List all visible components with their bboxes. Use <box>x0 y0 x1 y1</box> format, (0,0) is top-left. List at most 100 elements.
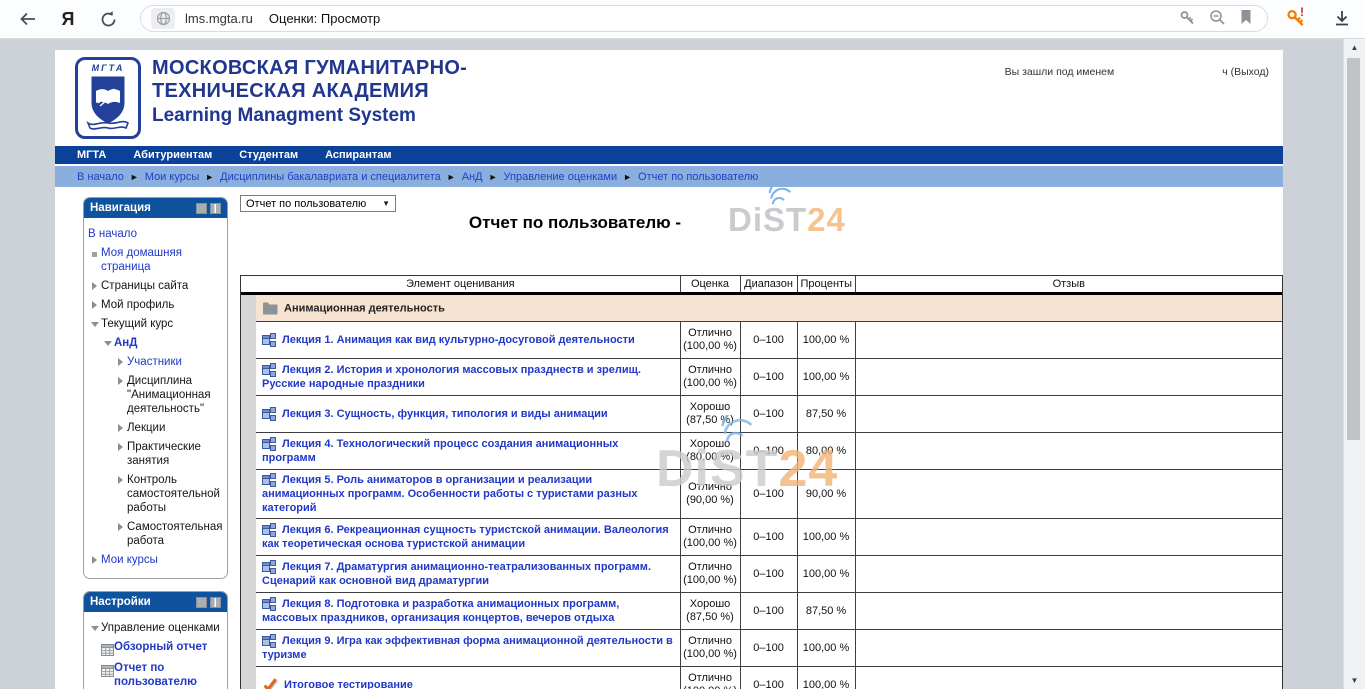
site-header: МГТА МОСКОВСКАЯ ГУМАНИТАРНО- ТЕХНИЧЕСКАЯ… <box>55 50 1283 146</box>
tree-item-label[interactable]: Моя домашняя страница <box>101 246 223 274</box>
password-alert-icon[interactable]: ! <box>1286 8 1306 33</box>
tree-item-label[interactable]: Управление оценками <box>101 621 223 635</box>
tree-item-label[interactable]: Обзорный отчет <box>114 640 223 654</box>
activity-link[interactable]: Лекция 3. Сущность, функция, типология и… <box>282 408 608 420</box>
grade-report-icon <box>101 640 114 656</box>
tree-item-label[interactable]: АнД <box>114 336 223 350</box>
settings-tree: Управление оценками Обзорный отчет Отчет п… <box>84 612 227 689</box>
tree-item-label[interactable]: Мой профиль <box>101 298 223 312</box>
indent-strip <box>241 630 256 667</box>
range-cell: 0–100 <box>740 593 797 630</box>
activity-link[interactable]: Лекция 6. Рекреационная сущность туристс… <box>262 524 669 550</box>
nav-item-студентам[interactable]: Студентам <box>239 149 298 161</box>
tree-item: Страницы сайта <box>87 276 224 295</box>
dock-block-icon[interactable] <box>210 597 221 608</box>
percent-cell: 100,00 % <box>797 519 855 556</box>
activity-link[interactable]: Лекция 2. История и хронология массовых … <box>262 364 641 390</box>
table-row: Лекция 4. Технологический процесс создан… <box>241 433 1282 470</box>
nav-item-мгта[interactable]: МГТА <box>77 149 106 161</box>
table-row: Лекция 7. Драматургия анимационно-театра… <box>241 556 1282 593</box>
collapse-icon[interactable] <box>88 621 101 631</box>
url-bar[interactable]: lms.mgta.ru Оценки: Просмотр <box>140 5 1268 32</box>
nav-item-абитуриентам[interactable]: Абитуриентам <box>133 149 212 161</box>
item-title-cell: Лекция 6. Рекреационная сущность туристс… <box>256 519 680 556</box>
activity-link[interactable]: Лекция 7. Драматургия анимационно-театра… <box>262 561 651 587</box>
column-header: Отзыв <box>855 276 1282 294</box>
activity-link[interactable]: Лекция 1. Анимация как вид культурно-дос… <box>282 334 635 346</box>
page-title-text: Оценки: Просмотр <box>269 11 380 26</box>
expand-icon[interactable] <box>114 440 127 451</box>
breadcrumb-link[interactable]: Дисциплины бакалавриата и специалитета <box>220 171 441 183</box>
expand-icon[interactable] <box>114 374 127 385</box>
site-title-line3: Learning Managment System <box>152 103 467 128</box>
tree-item-label[interactable]: Отчет по пользователю <box>114 661 223 689</box>
tree-item: Мой профиль <box>87 295 224 314</box>
breadcrumb-link[interactable]: Мои курсы <box>145 171 199 183</box>
breadcrumb-link[interactable]: Управление оценками <box>504 171 618 183</box>
breadcrumb-separator: ► <box>623 172 632 182</box>
item-title-cell: Лекция 4. Технологический процесс создан… <box>256 433 680 470</box>
activity-link[interactable]: Лекция 9. Игра как эффективная форма ани… <box>262 635 673 661</box>
back-icon[interactable] <box>16 7 40 31</box>
tree-item-label[interactable]: Практические занятия <box>127 440 223 468</box>
tree-item-label[interactable]: Участники <box>127 355 223 369</box>
download-icon[interactable] <box>1332 8 1352 33</box>
key-icon[interactable] <box>1179 9 1196 31</box>
percent-cell: 100,00 % <box>797 359 855 396</box>
tree-item-label[interactable]: Лекции <box>127 421 223 435</box>
expand-icon[interactable] <box>114 421 127 432</box>
tree-item-label[interactable]: Самостоятельная работа <box>127 520 223 548</box>
breadcrumb-link[interactable]: Отчет по пользователю <box>638 171 758 183</box>
feedback-cell <box>855 593 1282 630</box>
expand-icon[interactable] <box>88 298 101 309</box>
page-body: Навигация В началоМоя домашняя страницаС… <box>55 187 1283 689</box>
tree-item-label[interactable]: Мои курсы <box>101 553 223 567</box>
activity-link[interactable]: Лекция 4. Технологический процесс создан… <box>262 438 618 464</box>
refresh-icon[interactable] <box>96 7 120 31</box>
collapse-block-icon[interactable] <box>196 203 207 214</box>
tree-item-label[interactable]: Текущий курс <box>101 317 223 331</box>
scroll-down-icon[interactable]: ▼ <box>1344 676 1365 685</box>
nav-item-аспирантам[interactable]: Аспирантам <box>325 149 391 161</box>
zoom-icon[interactable] <box>1209 9 1226 31</box>
collapse-block-icon[interactable] <box>196 597 207 608</box>
tree-item-label[interactable]: Контроль самостоятельной работы <box>127 473 223 515</box>
indent-strip <box>241 396 256 433</box>
grade-cell: Отлично(100,00 %) <box>680 322 740 359</box>
scroll-up-icon[interactable]: ▲ <box>1344 43 1365 52</box>
collapse-icon[interactable] <box>88 317 101 327</box>
range-cell: 0–100 <box>740 667 797 689</box>
activity-link[interactable]: Лекция 8. Подготовка и разработка анимац… <box>262 598 619 624</box>
activity-link[interactable]: Итоговое тестирование <box>284 679 413 689</box>
table-row: Лекция 1. Анимация как вид культурно-дос… <box>241 322 1282 359</box>
grade-cell: Отлично(90,00 %) <box>680 470 740 519</box>
expand-icon[interactable] <box>114 473 127 484</box>
scrollbar[interactable]: ▲ ▼ <box>1343 38 1365 689</box>
expand-icon[interactable] <box>114 520 127 531</box>
grade-cell: Отлично(100,00 %) <box>680 556 740 593</box>
indent-strip <box>241 433 256 470</box>
bookmark-icon[interactable] <box>1239 9 1253 30</box>
breadcrumb-link[interactable]: В начало <box>77 171 124 183</box>
activity-link[interactable]: Лекция 5. Роль аниматоров в организации … <box>262 474 638 514</box>
expand-icon[interactable] <box>88 279 101 290</box>
logout-link[interactable]: ч (Выход) <box>1222 66 1269 78</box>
feedback-cell <box>855 556 1282 593</box>
collapse-icon[interactable] <box>101 336 114 346</box>
breadcrumb-link[interactable]: АнД <box>462 171 483 183</box>
navigation-block: Навигация В началоМоя домашняя страницаС… <box>83 197 228 579</box>
scroll-thumb[interactable] <box>1347 58 1360 440</box>
yandex-icon[interactable]: Я <box>56 7 80 31</box>
tree-item-label[interactable]: Страницы сайта <box>101 279 223 293</box>
dock-block-icon[interactable] <box>210 203 221 214</box>
expand-icon[interactable] <box>114 355 127 366</box>
feedback-cell <box>855 433 1282 470</box>
report-type-select[interactable]: Отчет по пользователю ▼ <box>240 195 396 212</box>
table-row: Лекция 2. История и хронология массовых … <box>241 359 1282 396</box>
grade-cell: Хорошо(87,50 %) <box>680 396 740 433</box>
tree-item-label[interactable]: В начало <box>88 227 223 241</box>
tree-item-label[interactable]: Дисциплина "Анимационная деятельность" <box>127 374 223 416</box>
feedback-cell <box>855 667 1282 689</box>
expand-icon[interactable] <box>88 553 101 564</box>
main-nav: МГТА Абитуриентам Студентам Аспирантам <box>55 146 1283 164</box>
